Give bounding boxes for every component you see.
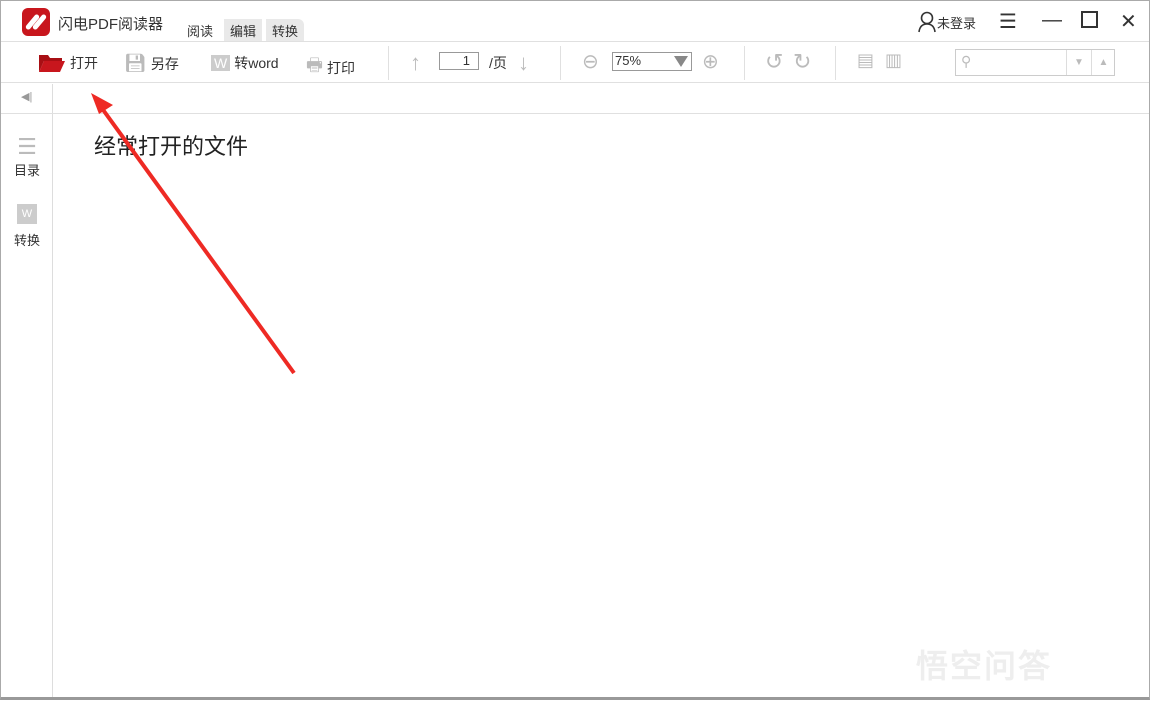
- annotation-arrow: [91, 93, 296, 375]
- app-window: 闪电PDF阅读器 阅读 编辑 转换 未登录 ☰ — ✕ 打开 💾︎ 另存 W 转wo…: [0, 0, 1150, 700]
